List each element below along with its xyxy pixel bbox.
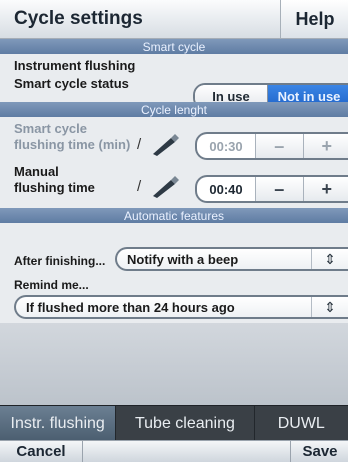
remind-me-value: If flushed more than 24 hours ago <box>26 300 311 315</box>
tab-bar: Instr. flushing Tube cleaning DUWL <box>0 405 348 441</box>
smart-cycle-status-label: Smart cycle status <box>14 76 129 92</box>
manual-time-decrement[interactable]: – <box>256 177 303 201</box>
manual-time-label-2: flushing time <box>14 180 95 196</box>
after-finishing-select[interactable]: Notify with a beep ⇕ <box>115 247 348 271</box>
dropdown-arrows-icon: ⇕ <box>311 297 348 317</box>
manual-time-increment[interactable]: + <box>303 177 348 201</box>
section-header-smart-cycle: Smart cycle <box>0 39 348 54</box>
page-title: Cycle settings <box>14 8 143 30</box>
bottom-bar: Cancel Save <box>0 440 348 462</box>
after-finishing-label: After finishing... <box>14 253 105 269</box>
tab-tube-cleaning[interactable]: Tube cleaning <box>115 406 254 441</box>
dropdown-arrows-icon: ⇕ <box>311 249 348 269</box>
edit-manual-time[interactable]: / <box>137 176 183 198</box>
pencil-icon <box>151 176 181 198</box>
tab-instr-flushing[interactable]: Instr. flushing <box>0 406 115 441</box>
tab-duwl[interactable]: DUWL <box>255 406 348 441</box>
separator: / <box>137 176 141 198</box>
instrument-flushing-label: Instrument flushing <box>14 58 135 74</box>
smart-time-stepper[interactable]: 00:30 – + <box>195 132 348 160</box>
smart-time-decrement[interactable]: – <box>256 134 303 158</box>
edit-smart-time[interactable]: / <box>137 134 183 156</box>
pencil-icon <box>151 134 181 156</box>
section-header-automatic: Automatic features <box>0 208 348 223</box>
separator: / <box>137 134 141 156</box>
cancel-button[interactable]: Cancel <box>0 441 83 462</box>
manual-time-label-1: Manual <box>14 164 59 180</box>
empty-area <box>0 323 348 405</box>
help-button[interactable]: Help <box>280 0 348 38</box>
smart-time-value: 00:30 <box>197 134 256 158</box>
manual-time-value: 00:40 <box>197 177 256 201</box>
manual-time-stepper[interactable]: 00:40 – + <box>195 175 348 203</box>
smart-time-increment[interactable]: + <box>303 134 348 158</box>
after-finishing-value: Notify with a beep <box>127 252 311 267</box>
section-header-cycle-length: Cycle lenght <box>0 102 348 117</box>
remind-me-select[interactable]: If flushed more than 24 hours ago ⇕ <box>14 295 348 319</box>
smart-cycle-time-label-1: Smart cycle <box>14 121 87 137</box>
smart-cycle-time-label-2: flushing time (min) <box>14 137 130 153</box>
remind-me-label: Remind me... <box>14 277 89 293</box>
save-button[interactable]: Save <box>290 441 348 462</box>
